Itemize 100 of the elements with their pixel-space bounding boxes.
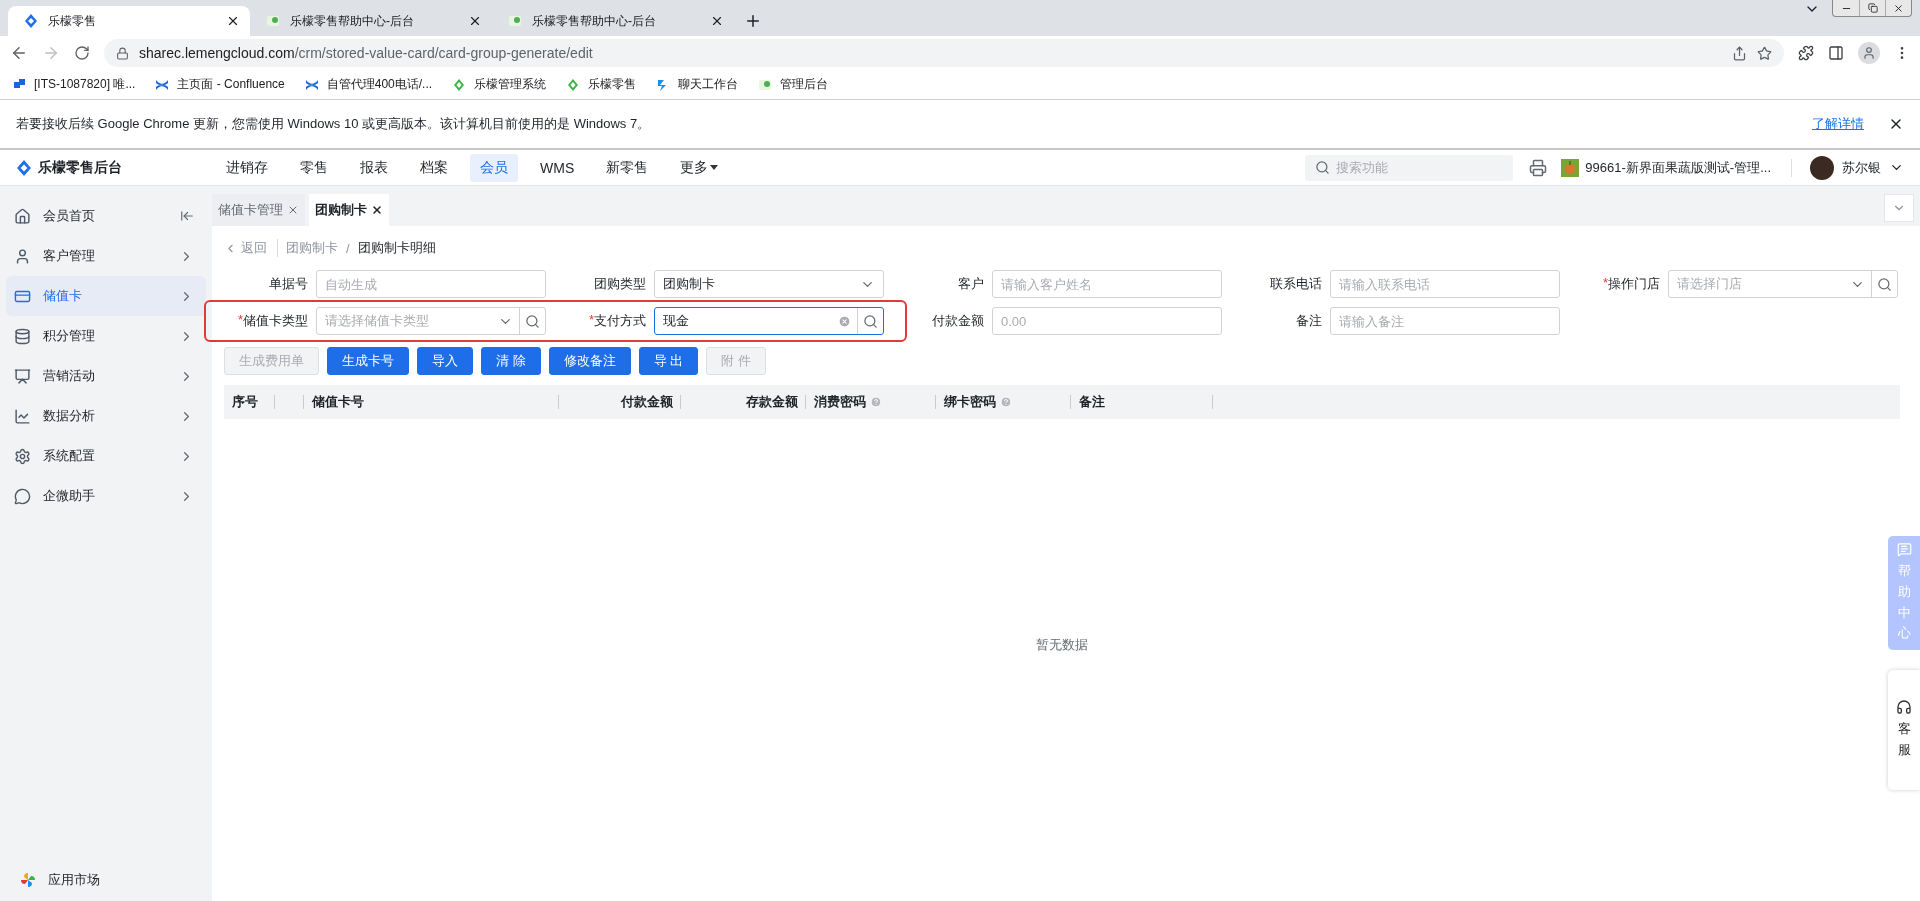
bookmark[interactable]: 主页面 - Confluence [155,76,285,93]
input-field[interactable]: 请输入备注 [1330,307,1560,335]
bookmark[interactable]: 乐檬管理系统 [452,76,547,93]
field-label: *操作门店 [1601,275,1660,293]
user-menu[interactable]: 苏尔银 [1810,155,1904,180]
bookmark[interactable]: 聊天工作台 [656,76,739,93]
close-icon [1893,2,1904,14]
lock-icon [116,46,129,60]
input-field[interactable]: 自动生成 [316,270,546,298]
column-header: 备注 [1079,393,1105,411]
side-panel-icon[interactable] [1828,45,1844,61]
field-label: 团购类型 [593,275,646,293]
page-tab[interactable]: 团购制卡 [309,194,389,226]
input-field[interactable]: 请输入联系电话 [1330,270,1560,298]
nav-tab[interactable]: 新零售 [596,153,659,182]
reload-icon[interactable] [74,45,90,61]
printer-icon[interactable] [1529,158,1548,177]
search-icon[interactable] [863,313,878,329]
nav-tab[interactable]: 零售 [290,153,338,182]
new-tab-icon[interactable] [744,12,762,30]
search-icon[interactable] [525,313,540,329]
sidebar-item[interactable]: 营销活动 [6,356,206,396]
headset-icon [1896,699,1912,716]
breadcrumb-separator: / [346,240,350,256]
sidebar-item[interactable]: 积分管理 [6,316,206,356]
chart-icon [14,407,31,425]
browser-tab[interactable]: 乐檬零售帮助中心-后台 [492,6,734,36]
empty-message: 暂无数据 [1036,636,1088,654]
bookmark[interactable]: 管理后台 [758,76,829,93]
nav-tab[interactable]: 更多 [670,153,729,182]
message-icon [1896,542,1912,557]
action-button[interactable]: 生成卡号 [327,347,409,375]
bookmark[interactable]: 乐檬零售 [566,76,637,93]
action-button[interactable]: 修改备注 [548,347,631,375]
field-label: *支付方式 [587,312,646,330]
column-header: 序号 [232,393,258,411]
store-selector[interactable]: 99661-新界面果蔬版测试-管理... [1561,158,1792,177]
collapse-icon[interactable] [180,209,194,223]
input-field[interactable]: 0.00 [992,307,1222,335]
user-icon [1862,46,1876,60]
caret-icon [710,164,719,171]
site-icon [266,14,280,28]
logo-icon [24,14,38,28]
column-header: 储值卡号 [312,393,364,411]
field-label: 单据号 [268,275,308,293]
url-text: sharec.lemengcloud.com/crm/stored-value-card/card-group-generate/edit [139,45,593,61]
bookmark-icon [566,77,581,92]
bookmark-icon [452,77,467,92]
bookmark-icon [304,77,319,92]
field-label: 付款金额 [931,312,984,330]
nav-tab[interactable]: 档案 [410,153,458,182]
user-icon [14,247,31,265]
sidebar-item[interactable]: 客户管理 [6,236,206,276]
sidebar-item[interactable]: 系统配置 [6,436,206,476]
app-market-link[interactable]: 应用市场 [0,865,212,895]
browser-tab[interactable]: 乐檬零售 [8,6,250,36]
search-icon[interactable] [1877,276,1892,292]
column-header: 付款金额 [621,393,673,411]
close-icon[interactable] [226,14,240,28]
back-icon[interactable] [10,44,28,62]
sidebar-item[interactable]: 数据分析 [6,396,206,436]
bookmark[interactable]: [ITS-1087820] 唯... [12,76,136,93]
nav-tab[interactable]: 报表 [350,153,398,182]
customer-service-tab[interactable]: 客服 [1888,670,1920,790]
nav-tab[interactable]: 会员 [470,153,518,182]
nav-tab[interactable]: 进销存 [216,153,278,182]
close-icon[interactable] [468,14,482,28]
site-icon [508,14,522,28]
close-icon[interactable] [710,14,724,28]
action-button[interactable]: 导 出 [638,347,699,375]
restore-icon [1867,3,1878,13]
close-icon[interactable] [371,204,383,216]
logo-icon [16,159,32,176]
update-message: 若要接收后续 Google Chrome 更新，您需使用 Windows 10 或更高版本。该计算机目前使用的是 Windows 7。 [16,115,652,133]
star-icon[interactable] [1757,45,1772,61]
column-header: 消费密码 [814,393,866,411]
select-field[interactable]: 团购制卡 [654,270,884,298]
action-button[interactable]: 导入 [417,347,473,375]
nav-tab[interactable]: WMS [530,154,585,181]
settings-icon [14,447,31,465]
bookmark[interactable]: 自管代理400电话/... [304,76,433,93]
address-bar[interactable]: sharec.lemengcloud.com/crm/stored-value-card/card-group-generate/edit [104,39,1784,67]
profile-button[interactable] [1858,42,1880,64]
select-field[interactable]: 现金 [654,307,884,335]
learn-more-link[interactable]: 了解详情 [1812,115,1864,133]
input-field[interactable]: 请输入客户姓名 [992,270,1222,298]
avatar [1810,155,1834,180]
database-icon [14,327,31,345]
page-tab[interactable]: 储值卡管理 [212,194,305,226]
breadcrumb-current: 团购制卡明细 [357,239,436,257]
action-button[interactable]: 清 除 [481,347,541,375]
sidebar-item[interactable]: 企微助手 [6,476,206,516]
browser-tab[interactable]: 乐檬零售帮助中心-后台 [250,6,492,36]
column-header: 存款金额 [746,393,798,411]
share-icon[interactable] [1732,45,1747,61]
puzzle-icon[interactable] [1798,45,1814,61]
sidebar-item[interactable]: 会员首页 [6,196,206,236]
home-icon [14,207,31,225]
sidebar-item[interactable]: 储值卡 [6,276,206,316]
field-label: 备注 [1295,312,1322,330]
